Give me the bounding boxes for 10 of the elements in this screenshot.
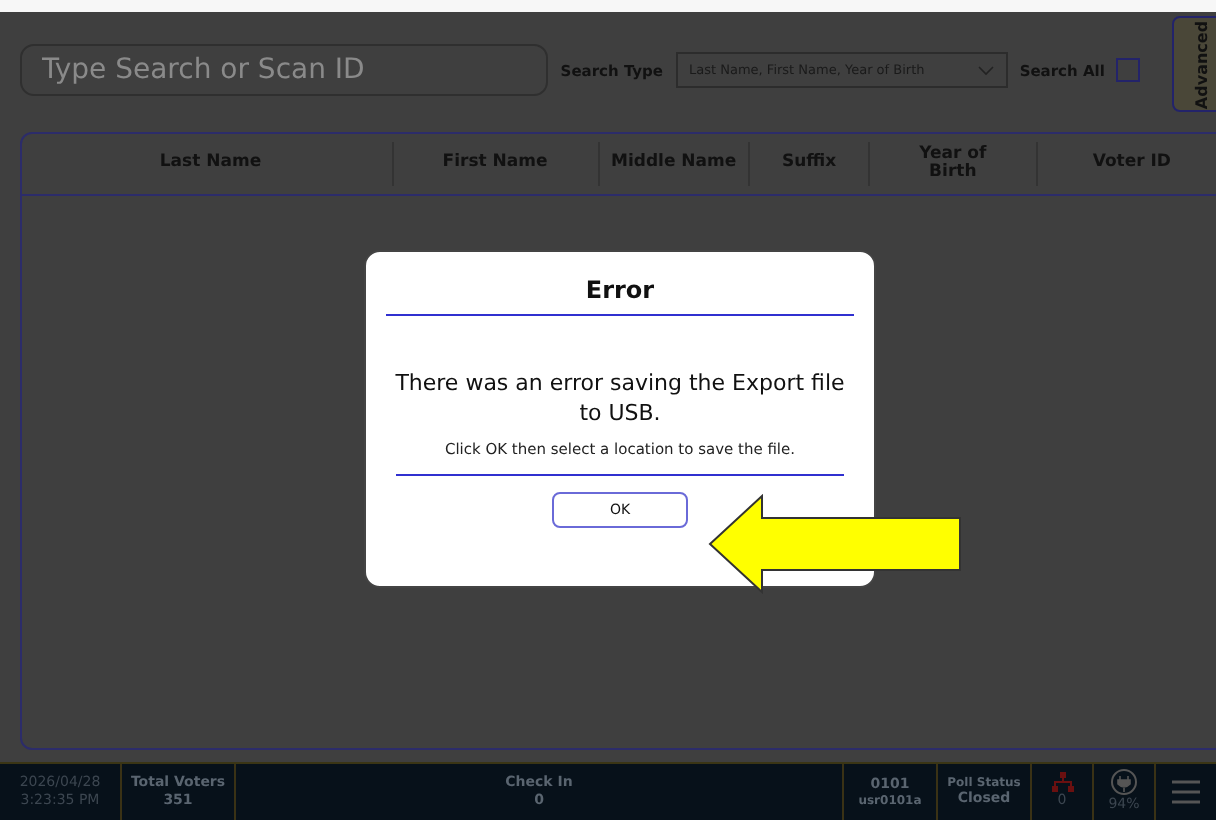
search-all-checkbox[interactable] [1116, 58, 1141, 82]
advanced-search-button[interactable]: Advanced [1172, 16, 1216, 112]
error-message: There was an error saving the Export file to USB. [393, 370, 847, 430]
dialog-title: Error [585, 276, 655, 304]
network-icon [1051, 772, 1073, 793]
menu-icon [1170, 780, 1202, 804]
chevron-down-icon [977, 65, 994, 75]
search-field[interactable]: Type Search or Scan ID [20, 44, 549, 96]
arrow-icon [708, 494, 964, 594]
plug-icon [1110, 768, 1138, 797]
